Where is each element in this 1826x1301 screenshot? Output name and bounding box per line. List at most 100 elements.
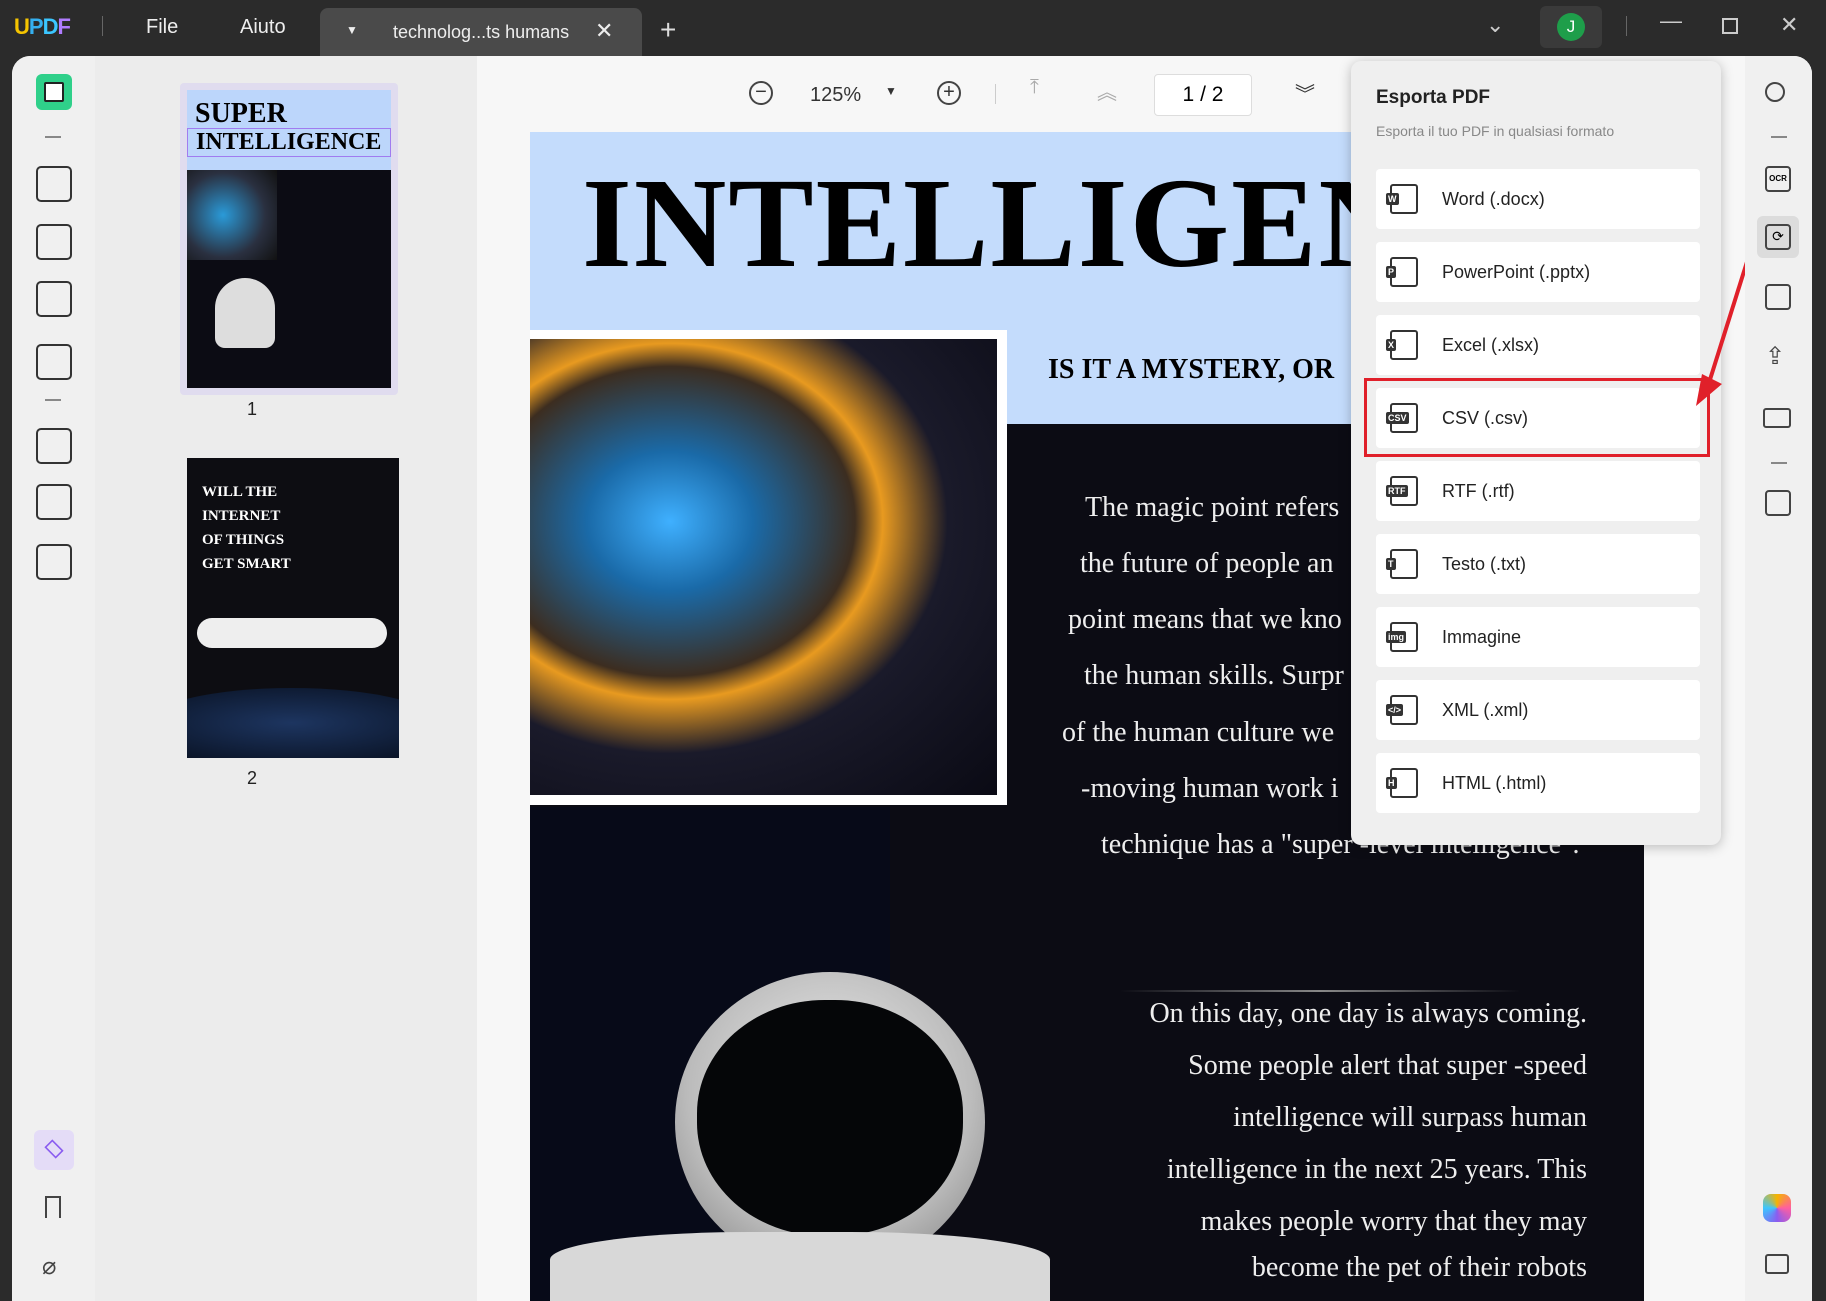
form-icon[interactable] xyxy=(36,281,72,317)
previous-page-icon[interactable]: ︽ xyxy=(1097,76,1117,105)
export-option-xml[interactable]: </> XML (.xml) xyxy=(1376,680,1700,740)
text-line: The magic point refers xyxy=(1085,492,1340,523)
first-page-icon[interactable]: ⤒ xyxy=(1030,76,1039,99)
thumb-title: INTELLIGENCE xyxy=(187,128,391,157)
convert-icon: ⟳ xyxy=(1765,224,1791,250)
file-format-icon: W xyxy=(1386,184,1418,214)
avatar: J xyxy=(1557,13,1585,41)
divider xyxy=(45,136,61,138)
text-line: On this day, one day is always coming. xyxy=(1149,998,1587,1029)
zoom-dropdown-icon[interactable]: ▼ xyxy=(885,84,897,98)
left-toolbar: ⌀ xyxy=(12,56,95,1301)
file-format-icon: img xyxy=(1386,622,1418,652)
maximize-icon[interactable] xyxy=(1722,18,1738,34)
option-label: XML (.xml) xyxy=(1442,699,1529,720)
chevron-down-icon[interactable]: ⌄ xyxy=(1486,12,1504,38)
account-button[interactable]: J xyxy=(1540,6,1602,48)
option-label: Word (.docx) xyxy=(1442,188,1545,209)
nebula-image xyxy=(530,339,997,795)
reader-mode-icon[interactable] xyxy=(36,74,72,110)
right-toolbar: OCR ⟳ ⇪ xyxy=(1745,56,1812,1301)
share-icon[interactable]: ⇪ xyxy=(1765,342,1785,371)
menu-file[interactable]: File xyxy=(146,16,178,39)
text-line: -moving human work i xyxy=(1081,773,1339,804)
divider xyxy=(1771,462,1787,464)
file-format-icon: H xyxy=(1386,768,1418,798)
export-option-testo[interactable]: T Testo (.txt) xyxy=(1376,534,1700,594)
next-page-icon[interactable]: ︾ xyxy=(1295,78,1315,107)
text-line: intelligence in the next 25 years. This xyxy=(1166,1154,1587,1185)
option-label: HTML (.html) xyxy=(1442,772,1547,793)
divider xyxy=(1120,990,1520,992)
new-tab-icon[interactable]: + xyxy=(660,14,676,46)
divider xyxy=(1771,136,1787,138)
bookmark-icon[interactable] xyxy=(45,1196,61,1218)
close-window-icon[interactable]: ✕ xyxy=(1780,12,1798,38)
file-format-icon: </> xyxy=(1386,695,1418,725)
zoom-in-button[interactable]: + xyxy=(937,81,961,105)
crop-icon[interactable] xyxy=(36,484,72,520)
divider xyxy=(1626,16,1627,36)
thumbnail-page-1[interactable]: SUPER INTELLIGENCE xyxy=(180,83,398,395)
protect-icon[interactable] xyxy=(1765,284,1791,310)
export-option-rtf[interactable]: RTF RTF (.rtf) xyxy=(1376,461,1700,521)
thumb-label: 2 xyxy=(247,768,258,788)
minimize-icon[interactable]: — xyxy=(1660,8,1682,34)
zoom-level[interactable]: 125% xyxy=(810,84,861,107)
title-bar: UPDF File Aiuto ▼ technolog...ts humans … xyxy=(0,0,1826,56)
tab-title: technolog...ts humans xyxy=(393,22,570,42)
document-tab[interactable]: ▼ technolog...ts humans ✕ xyxy=(320,8,642,56)
search-icon[interactable] xyxy=(1765,82,1785,102)
panel-title: Esporta PDF xyxy=(1376,87,1491,108)
file-format-icon: T xyxy=(1386,549,1418,579)
close-tab-icon[interactable]: ✕ xyxy=(595,18,613,44)
option-label: RTF (.rtf) xyxy=(1442,480,1515,501)
export-option-html[interactable]: H HTML (.html) xyxy=(1376,753,1700,813)
attachment-icon[interactable]: ⌀ xyxy=(42,1252,56,1281)
page-number-input[interactable]: 1 / 2 xyxy=(1154,74,1252,116)
updf-logo: UPDF xyxy=(14,14,71,39)
save-icon[interactable] xyxy=(1765,490,1791,516)
export-option-powerpoint[interactable]: P PowerPoint (.pptx) xyxy=(1376,242,1700,302)
layers-icon[interactable] xyxy=(34,1130,74,1170)
text-line: become the pet of their robots xyxy=(1251,1252,1587,1283)
comment-icon[interactable] xyxy=(1765,1254,1789,1274)
ocr-icon[interactable]: OCR xyxy=(1765,166,1791,192)
option-label: Excel (.xlsx) xyxy=(1442,334,1540,355)
export-option-word[interactable]: W Word (.docx) xyxy=(1376,169,1700,229)
divider xyxy=(102,16,103,36)
organize-pages-icon[interactable] xyxy=(36,428,72,464)
text-line: intelligence will surpass human xyxy=(1233,1102,1587,1133)
zoom-out-button[interactable]: − xyxy=(749,81,773,105)
convert-icon[interactable] xyxy=(36,544,72,580)
sign-icon[interactable] xyxy=(36,344,72,380)
text-line: the future of people an xyxy=(1080,548,1334,579)
thumb-title: SUPER xyxy=(195,98,287,129)
astronaut-image xyxy=(675,972,985,1272)
thumb-label: 1 xyxy=(247,399,258,419)
tab-dropdown-icon[interactable]: ▼ xyxy=(346,23,358,37)
text-line: the human skills. Surpr xyxy=(1084,660,1344,691)
export-option-excel[interactable]: X Excel (.xlsx) xyxy=(1376,315,1700,375)
highlighter-icon[interactable] xyxy=(36,166,72,202)
option-label: PowerPoint (.pptx) xyxy=(1442,261,1591,282)
file-format-icon: P xyxy=(1386,257,1418,287)
edit-pdf-icon[interactable] xyxy=(36,224,72,260)
file-format-icon: X xyxy=(1386,330,1418,360)
headline: INTELLIGEN xyxy=(582,152,1413,294)
text-line: of the human culture we xyxy=(1062,717,1335,748)
mail-icon[interactable] xyxy=(1763,408,1791,428)
ai-assistant-icon[interactable] xyxy=(1763,1194,1791,1222)
thumbnail-panel: SUPER INTELLIGENCE 1 WILL THE INTERNET O… xyxy=(95,56,477,1301)
subheadline: IS IT A MYSTERY, OR xyxy=(1048,354,1335,385)
text-line: Some people alert that super -speed xyxy=(1188,1050,1587,1081)
option-label: Testo (.txt) xyxy=(1442,553,1527,574)
text-line: point means that we kno xyxy=(1068,604,1342,635)
page-current: 1 xyxy=(1182,83,1195,106)
export-pdf-button[interactable]: ⟳ xyxy=(1757,216,1799,258)
text-line: makes people worry that they may xyxy=(1200,1206,1587,1237)
export-option-immagine[interactable]: img Immagine xyxy=(1376,607,1700,667)
menu-aiuto[interactable]: Aiuto xyxy=(240,16,286,39)
thumb-title: WILL THE INTERNET OF THINGS GET SMART xyxy=(202,484,291,572)
thumbnail-page-2[interactable]: WILL THE INTERNET OF THINGS GET SMART xyxy=(187,458,399,758)
